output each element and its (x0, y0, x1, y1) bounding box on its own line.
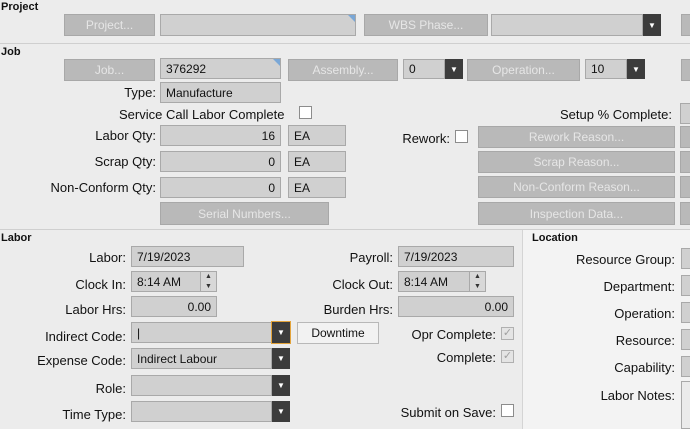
assembly-button[interactable]: Assembly... (288, 59, 398, 81)
labor-hrs-field[interactable]: 0.00 (131, 296, 217, 317)
department-label: Department: (603, 279, 675, 294)
nonconform-qty-uom: EA (288, 177, 346, 198)
spin-up-icon[interactable]: ▲ (470, 272, 485, 282)
complete-label: Complete: (436, 350, 496, 365)
assembly-combo[interactable]: 0 (403, 59, 445, 79)
setup-complete-field[interactable] (680, 103, 690, 124)
resource-label: Resource: (615, 333, 675, 348)
opr-complete-checkbox[interactable] (501, 327, 514, 340)
time-type-combo[interactable] (131, 401, 272, 422)
job-section-title: Job (1, 46, 21, 58)
time-type-label: Time Type: (62, 407, 126, 422)
capability-field[interactable] (681, 356, 690, 377)
clock-in-spinner[interactable]: ▲ ▼ (200, 272, 216, 291)
clock-out-value: 8:14 AM (404, 274, 449, 289)
resource-field[interactable] (681, 329, 690, 350)
indirect-code-dropdown-icon[interactable]: ▼ (271, 321, 291, 344)
time-type-dropdown-icon[interactable]: ▼ (272, 401, 290, 422)
job-number-field[interactable]: 376292 (160, 58, 281, 79)
wbs-phase-combo[interactable] (491, 14, 643, 36)
indirect-code-label: Indirect Code: (45, 329, 126, 344)
service-call-label: Service Call Labor Complete (119, 107, 285, 122)
scrap-qty-field[interactable]: 0 (160, 151, 281, 172)
labor-date-label: Labor: (89, 250, 126, 265)
project-edge-button[interactable] (681, 14, 690, 36)
role-dropdown-icon[interactable]: ▼ (272, 375, 290, 396)
role-label: Role: (95, 381, 126, 396)
labor-date-field[interactable]: 7/19/2023 (131, 246, 244, 267)
assembly-dropdown-icon[interactable]: ▼ (445, 59, 463, 79)
location-section-title: Location (532, 232, 578, 244)
rework-edge-button[interactable] (680, 126, 690, 148)
project-field[interactable] (160, 14, 356, 36)
burden-hrs-field[interactable]: 0.00 (398, 296, 514, 317)
clock-out-spinner[interactable]: ▲ ▼ (469, 272, 485, 291)
inspection-edge-button[interactable] (680, 202, 690, 225)
project-job-divider (0, 43, 690, 44)
project-section-title: Project (1, 1, 39, 13)
operation-dropdown-icon[interactable]: ▼ (627, 59, 645, 79)
type-label: Type: (124, 85, 156, 100)
labor-qty-field[interactable]: 16 (160, 125, 281, 146)
submit-on-save-label: Submit on Save: (400, 405, 496, 420)
setup-complete-label: Setup % Complete: (559, 107, 672, 122)
clock-in-label: Clock In: (75, 277, 126, 292)
rework-checkbox[interactable] (455, 130, 468, 143)
expense-code-combo[interactable]: Indirect Labour (131, 348, 272, 369)
inspection-data-button[interactable]: Inspection Data... (478, 202, 675, 225)
scrap-qty-uom: EA (288, 151, 346, 172)
nonconform-qty-label: Non-Conform Qty: (50, 180, 156, 195)
operation-button[interactable]: Operation... (467, 59, 580, 81)
expense-code-dropdown-icon[interactable]: ▼ (272, 348, 290, 369)
project-button[interactable]: Project... (64, 14, 155, 36)
labor-section-title: Labor (1, 232, 32, 244)
spin-up-icon[interactable]: ▲ (201, 272, 216, 282)
payroll-label: Payroll: (349, 250, 393, 265)
job-button[interactable]: Job... (64, 59, 155, 81)
opr-complete-label: Opr Complete: (411, 327, 496, 342)
rework-label: Rework: (402, 131, 450, 146)
operation-combo[interactable]: 10 (585, 59, 627, 79)
labor-notes-field[interactable] (681, 381, 690, 429)
scrap-qty-label: Scrap Qty: (94, 154, 156, 169)
role-combo[interactable] (131, 375, 272, 396)
complete-checkbox[interactable] (501, 350, 514, 363)
service-call-checkbox[interactable] (299, 106, 312, 119)
nonconform-qty-field[interactable]: 0 (160, 177, 281, 198)
rework-reason-button[interactable]: Rework Reason... (478, 126, 675, 148)
labor-qty-uom: EA (288, 125, 346, 146)
nonconform-reason-button[interactable]: Non-Conform Reason... (478, 176, 675, 198)
payroll-date-field[interactable]: 7/19/2023 (398, 246, 514, 267)
scrap-reason-button[interactable]: Scrap Reason... (478, 151, 675, 173)
burden-hrs-label: Burden Hrs: (323, 302, 393, 317)
clock-in-value: 8:14 AM (137, 274, 182, 289)
clock-out-field[interactable]: 8:14 AM ▲ ▼ (398, 271, 486, 292)
indirect-code-combo[interactable]: | (131, 322, 272, 343)
wbs-phase-button[interactable]: WBS Phase... (364, 14, 488, 36)
type-field: Manufacture (160, 82, 281, 103)
spin-down-icon[interactable]: ▼ (470, 282, 485, 292)
job-edge-button[interactable] (681, 59, 690, 81)
scrap-edge-button[interactable] (680, 151, 690, 173)
resource-group-field[interactable] (681, 248, 690, 269)
labor-hrs-label: Labor Hrs: (65, 302, 126, 317)
location-operation-label: Operation: (614, 306, 675, 321)
wbs-phase-dropdown-icon[interactable]: ▼ (643, 14, 661, 36)
labor-notes-label: Labor Notes: (600, 388, 675, 403)
resource-group-label: Resource Group: (576, 252, 675, 267)
clock-out-label: Clock Out: (332, 277, 393, 292)
capability-label: Capability: (614, 360, 675, 375)
expense-code-label: Expense Code: (37, 353, 126, 368)
location-operation-field[interactable] (681, 302, 690, 323)
downtime-button[interactable]: Downtime (297, 322, 379, 344)
clock-in-field[interactable]: 8:14 AM ▲ ▼ (131, 271, 217, 292)
submit-on-save-checkbox[interactable] (501, 404, 514, 417)
department-field[interactable] (681, 275, 690, 296)
nonconform-edge-button[interactable] (680, 176, 690, 198)
spin-down-icon[interactable]: ▼ (201, 282, 216, 292)
labor-qty-label: Labor Qty: (95, 128, 156, 143)
serial-numbers-button[interactable]: Serial Numbers... (160, 202, 329, 225)
